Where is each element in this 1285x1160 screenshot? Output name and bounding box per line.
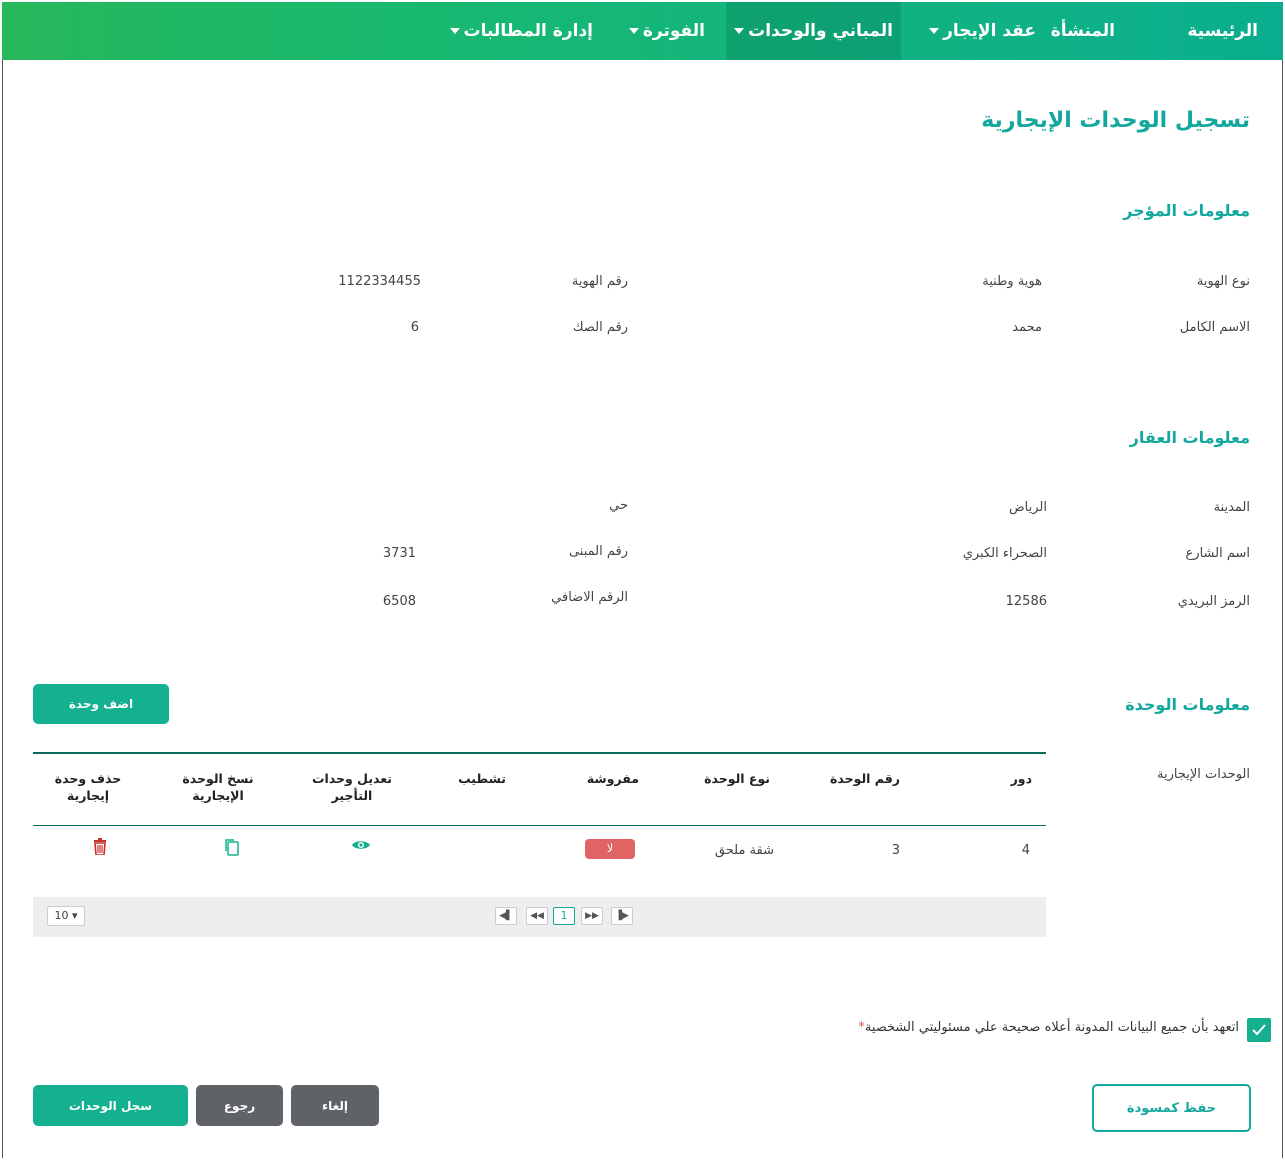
column-header-copy-line2: الإيجارية: [192, 788, 244, 803]
eye-icon[interactable]: [352, 838, 371, 856]
id-number-label: رقم الهوية: [571, 274, 628, 289]
id-number-value: 1122334455: [338, 274, 421, 289]
cancel-button[interactable]: إلغاء: [291, 1085, 379, 1126]
cell-unit-type: شقة ملحق: [714, 843, 774, 858]
cell-unit-number: 3: [891, 843, 900, 858]
chevron-down-icon: [628, 28, 639, 34]
chevron-down-icon: [449, 28, 460, 34]
full-name-value: محمد: [1012, 320, 1042, 335]
cell-floor: 4: [1021, 843, 1030, 858]
nav-facility[interactable]: المنشأة: [1051, 2, 1115, 60]
additional-number-value: 6508: [382, 594, 416, 609]
nav-contract[interactable]: عقد الإيجار: [929, 2, 1036, 60]
page-frame: [2, 2, 1283, 1158]
first-page-button[interactable]: ▌◀: [495, 907, 517, 925]
column-header-edit-line1: تعديل وحدات: [311, 771, 393, 786]
trash-icon[interactable]: [89, 838, 107, 856]
column-header-copy: نسخ الوحدة الإيجارية: [166, 770, 270, 804]
chevron-down-icon: ▾: [71, 909, 78, 922]
table-header-bottom-border: [33, 825, 1046, 826]
checkmark-icon: [1252, 1024, 1266, 1036]
column-header-unit-number: رقم الوحدة: [830, 771, 900, 786]
postal-code-value: 12586: [1005, 594, 1047, 609]
page-number-button[interactable]: 1: [553, 907, 575, 925]
id-type-label: نوع الهوية: [1196, 274, 1250, 289]
street-value: الصحراء الكبري: [962, 546, 1047, 561]
last-page-button[interactable]: ▶▐: [611, 907, 633, 925]
additional-number-label: الرقم الاضافي: [551, 590, 628, 605]
column-header-delete-line1: حذف وحدة: [54, 771, 122, 786]
page-size-select[interactable]: ▾ 10: [47, 906, 85, 926]
column-header-edit: تعديل وحدات التأجير: [300, 770, 404, 804]
column-header-delete: حذف وحدة إيجارية: [40, 770, 136, 804]
furnished-badge: لا: [585, 839, 635, 859]
column-header-copy-line1: نسخ الوحدة: [182, 771, 254, 786]
back-button[interactable]: رجوع: [196, 1085, 283, 1126]
deed-number-label: رقم الصك: [572, 320, 628, 335]
id-type-value: هوية وطنية: [982, 274, 1042, 289]
full-name-label: الاسم الكامل: [1179, 320, 1250, 335]
register-units-button[interactable]: سجل الوحدات: [33, 1085, 188, 1126]
unit-section-title: معلومات الوحدة: [1125, 695, 1250, 714]
column-header-unit-type: نوع الوحدة: [704, 771, 770, 786]
table-pager: ▌◀ ◀◀ 1 ▶▶ ▶▐ ▾ 10: [33, 897, 1046, 937]
save-draft-button[interactable]: حفظ كمسودة: [1092, 1084, 1251, 1132]
building-number-value: 3731: [382, 546, 416, 561]
pledge-text: اتعهد بأن جميع البيانات المدونة أعلاه صح…: [858, 1020, 1239, 1035]
nav-buildings[interactable]: المباني والوحدات: [726, 2, 901, 60]
property-section-title: معلومات العقار: [1129, 428, 1250, 447]
nav-billing[interactable]: الفوترة: [628, 2, 705, 60]
table-header-border: [33, 752, 1046, 754]
street-label: اسم الشارع: [1185, 546, 1250, 561]
district-label: حي: [609, 498, 628, 513]
copy-icon[interactable]: [222, 838, 240, 856]
column-header-edit-line2: التأجير: [331, 788, 373, 803]
column-header-furnished: مفروشة: [586, 771, 639, 786]
top-navbar: الرئيسية المنشأة عقد الإيجار المباني وال…: [2, 2, 1283, 60]
postal-code-label: الرمز البريدي: [1177, 594, 1250, 609]
nav-buildings-label: المباني والوحدات: [748, 21, 893, 41]
rental-units-label: الوحدات الإيجارية: [1157, 767, 1250, 782]
nav-claims-label: إدارة المطالبات: [463, 21, 593, 41]
page-title: تسجيل الوحدات الإيجارية: [981, 108, 1250, 133]
column-header-delete-line2: إيجارية: [66, 788, 110, 803]
nav-billing-label: الفوترة: [642, 21, 705, 41]
chevron-down-icon: [734, 28, 745, 34]
chevron-down-icon: [929, 28, 940, 34]
column-header-floor: دور: [1010, 771, 1032, 786]
city-label: المدينة: [1213, 500, 1250, 515]
building-number-label: رقم المبنى: [568, 544, 628, 559]
deed-number-value: 6: [410, 320, 419, 335]
page-size-value: 10: [54, 909, 69, 922]
nav-contract-label: عقد الإيجار: [943, 21, 1036, 41]
pledge-checkbox[interactable]: [1247, 1018, 1271, 1042]
nav-claims[interactable]: إدارة المطالبات: [449, 2, 593, 60]
column-header-finishing: تشطيب: [458, 771, 506, 786]
city-value: الرياض: [1008, 500, 1047, 515]
nav-home[interactable]: الرئيسية: [1187, 2, 1258, 60]
add-unit-button[interactable]: اضف وحدة: [33, 684, 169, 724]
lessor-section-title: معلومات المؤجر: [1123, 201, 1250, 220]
prev-page-button[interactable]: ◀◀: [526, 907, 548, 925]
pledge-label: اتعهد بأن جميع البيانات المدونة أعلاه صح…: [864, 1020, 1239, 1035]
next-page-button[interactable]: ▶▶: [581, 907, 603, 925]
